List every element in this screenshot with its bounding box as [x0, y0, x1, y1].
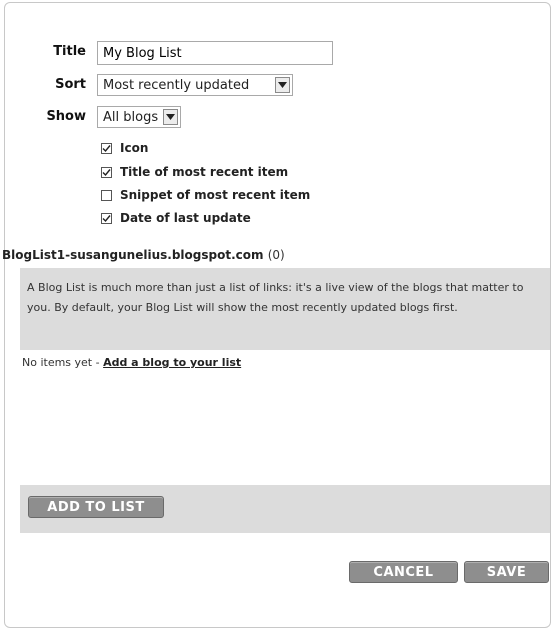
panel-description: A Blog List is much more than just a lis…	[27, 281, 524, 314]
option-label: Snippet of most recent item	[120, 188, 311, 202]
blog-list-area: No items yet - Add a blog to your list	[20, 350, 550, 485]
empty-list-message: No items yet - Add a blog to your list	[22, 356, 241, 369]
checkbox-icon[interactable]	[101, 142, 112, 154]
item-count: (0)	[267, 248, 285, 262]
option-icon[interactable]: Icon	[101, 141, 148, 155]
option-snippet-recent[interactable]: Snippet of most recent item	[101, 188, 310, 202]
blog-list-panel: A Blog List is much more than just a lis…	[20, 268, 550, 533]
chevron-down-icon	[163, 109, 178, 125]
sort-select-value: Most recently updated	[103, 77, 250, 93]
show-select-value: All blogs	[103, 109, 159, 125]
option-label: Icon	[120, 141, 149, 155]
option-title-recent[interactable]: Title of most recent item	[101, 165, 288, 179]
sort-label: Sort	[55, 77, 86, 92]
checkbox-icon[interactable]	[101, 212, 112, 224]
checkbox-icon[interactable]	[101, 166, 112, 178]
option-date-update[interactable]: Date of last update	[101, 211, 251, 225]
add-blog-link[interactable]: Add a blog to your list	[103, 356, 241, 369]
chevron-down-icon	[275, 77, 290, 93]
cancel-button[interactable]: CANCEL	[349, 561, 458, 583]
bloglist-heading: BlogList1-susangunelius.blogspot.com (0)	[2, 248, 285, 262]
show-select[interactable]: All blogs	[97, 106, 181, 128]
checkbox-icon[interactable]	[101, 189, 112, 201]
title-label: Title	[53, 44, 86, 59]
show-label: Show	[46, 109, 86, 124]
option-label: Date of last update	[120, 211, 251, 225]
sort-select[interactable]: Most recently updated	[97, 74, 293, 96]
empty-text: No items yet -	[22, 356, 104, 369]
add-to-list-button[interactable]: ADD TO LIST	[28, 496, 164, 518]
title-input[interactable]	[97, 41, 333, 65]
option-label: Title of most recent item	[120, 165, 289, 179]
bloglist-id: BlogList1-susangunelius.blogspot.com	[2, 248, 264, 262]
save-button[interactable]: SAVE	[464, 561, 549, 583]
